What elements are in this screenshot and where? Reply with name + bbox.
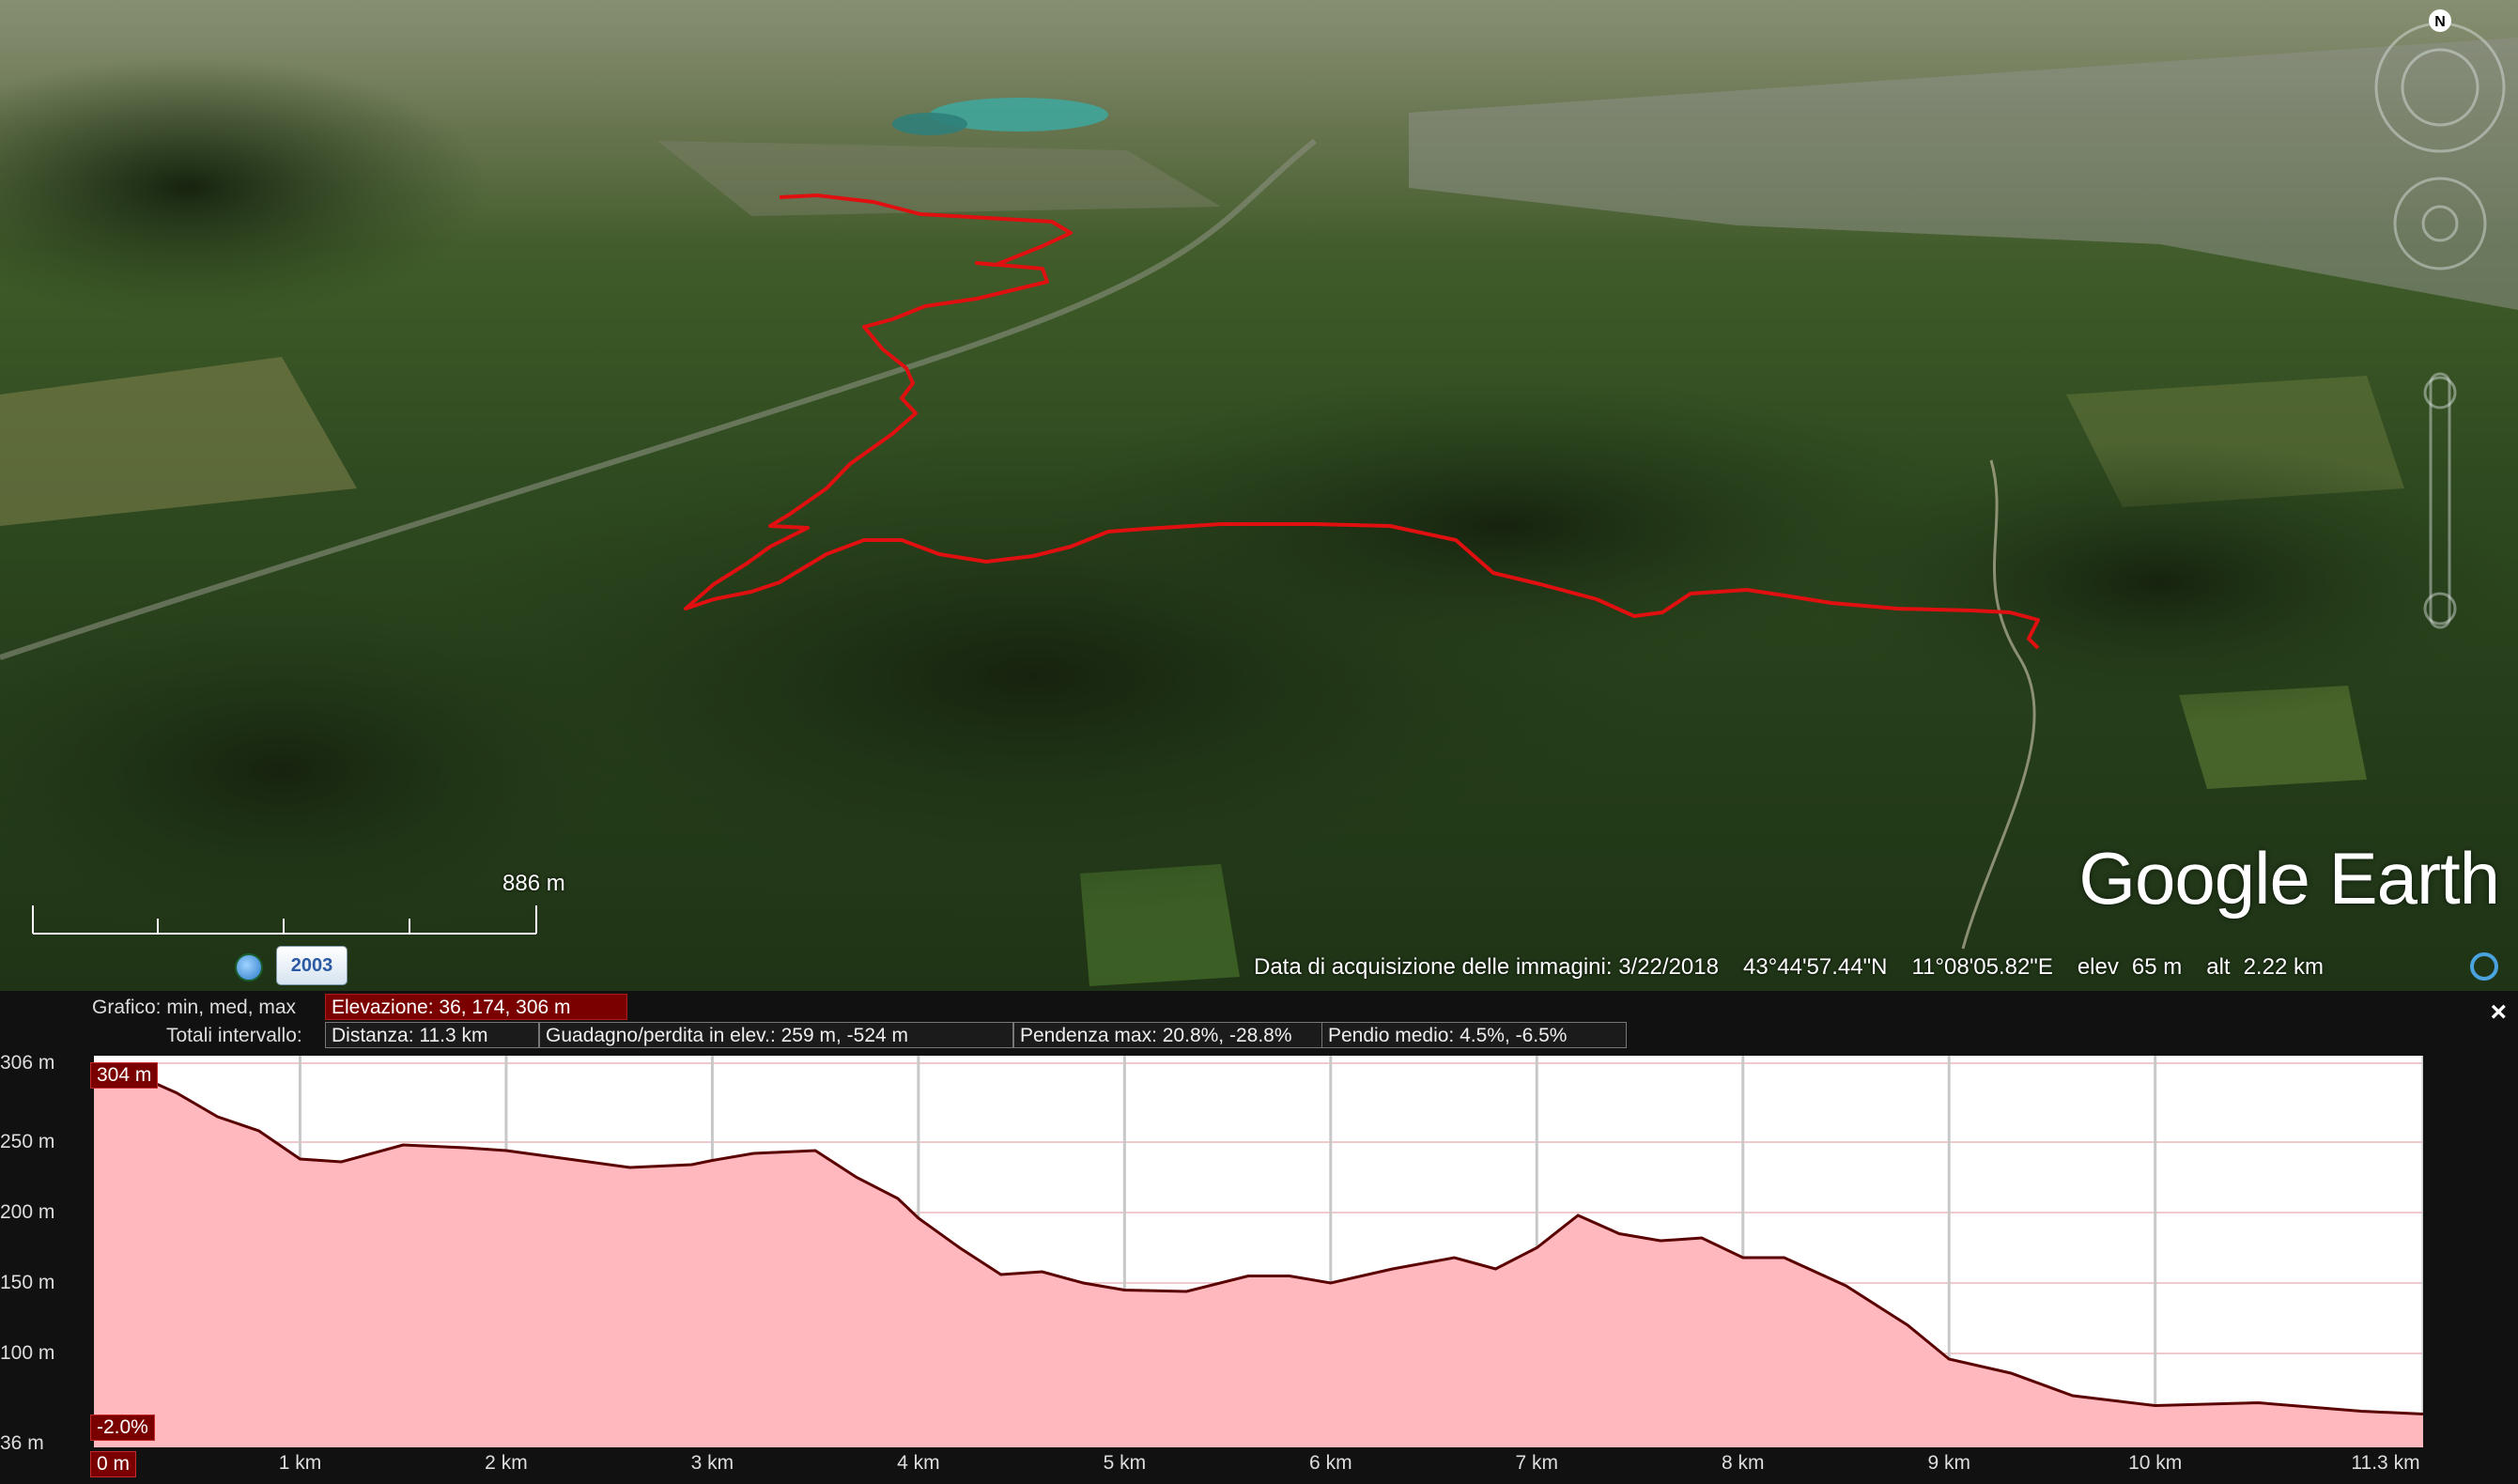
historical-imagery-clock-icon[interactable] — [235, 953, 263, 982]
x-tick-label: 10 km — [2128, 1452, 2183, 1474]
y-tick-label: 150 m — [0, 1272, 55, 1293]
cursor-elevation-tag: 304 m — [90, 1062, 159, 1089]
compass-north-label: N — [2434, 14, 2446, 30]
range-totals-label: Totali intervallo: — [166, 1025, 302, 1046]
alt-label: alt — [2206, 954, 2231, 980]
avg-slope-field: Pendio medio: 4.5%, -6.5% — [1321, 1022, 1627, 1048]
x-tick-label: 4 km — [897, 1452, 940, 1474]
graph-mode-label: Grafico: min, med, max — [92, 997, 297, 1018]
x-tick-label: 5 km — [1103, 1452, 1147, 1474]
y-tick-label: 200 m — [0, 1201, 55, 1223]
elev-label: elev — [2077, 954, 2119, 980]
cursor-slope-tag: -2.0% — [90, 1414, 155, 1441]
x-tick-label: 1 km — [278, 1452, 322, 1474]
x-tick-label: 2 km — [485, 1452, 528, 1474]
close-elevation-profile-button[interactable]: × — [2490, 997, 2507, 1028]
compass-ring-icon[interactable] — [2374, 22, 2506, 153]
scale-bar — [32, 905, 537, 935]
x-tick-label: 6 km — [1309, 1452, 1352, 1474]
elevation-stats-field[interactable]: Elevazione: 36, 174, 306 m — [325, 994, 627, 1020]
max-slope-field: Pendenza max: 20.8%, -28.8% — [1013, 1022, 1327, 1048]
latitude: 43°44'57.44"N — [1742, 954, 1888, 980]
longitude: 11°08'05.82"E — [1911, 954, 2053, 980]
earth-3d-view[interactable]: Google Earth 886 m 2003 Data di acquisiz… — [0, 0, 2518, 991]
cursor-distance-tag: 0 m — [90, 1451, 137, 1477]
gain-loss-field: Guadagno/perdita in elev.: 259 m, -524 m — [539, 1022, 1013, 1048]
look-joystick-icon[interactable] — [2393, 177, 2487, 271]
x-tick-label: 8 km — [1721, 1452, 1765, 1474]
x-tick-label: 7 km — [1515, 1452, 1559, 1474]
historical-imagery-year-button[interactable]: 2003 — [276, 946, 348, 985]
streaming-progress-icon — [2470, 952, 2498, 981]
elev-value: 65 m — [2131, 954, 2183, 980]
y-tick-label: 100 m — [0, 1342, 55, 1364]
y-tick-label: 250 m — [0, 1131, 55, 1152]
alt-value: 2.22 km — [2243, 954, 2324, 980]
x-tick-label: 11.3 km — [2351, 1452, 2420, 1474]
x-tick-label: 3 km — [690, 1452, 734, 1474]
y-tick-label: 36 m — [0, 1432, 44, 1454]
navigation-controls[interactable]: N — [2365, 8, 2515, 646]
y-tick-label: 306 m — [0, 1052, 55, 1074]
x-tick-label: 9 km — [1927, 1452, 1970, 1474]
distance-field: Distanza: 11.3 km — [325, 1022, 539, 1048]
imagery-date: Data di acquisizione delle immagini: 3/2… — [1254, 954, 1719, 980]
zoom-slider[interactable] — [2429, 372, 2451, 629]
google-earth-watermark: Google Earth — [2078, 837, 2500, 920]
elevation-chart[interactable] — [94, 1056, 2423, 1447]
status-bar: Data di acquisizione delle immagini: 3/2… — [1254, 954, 2348, 981]
